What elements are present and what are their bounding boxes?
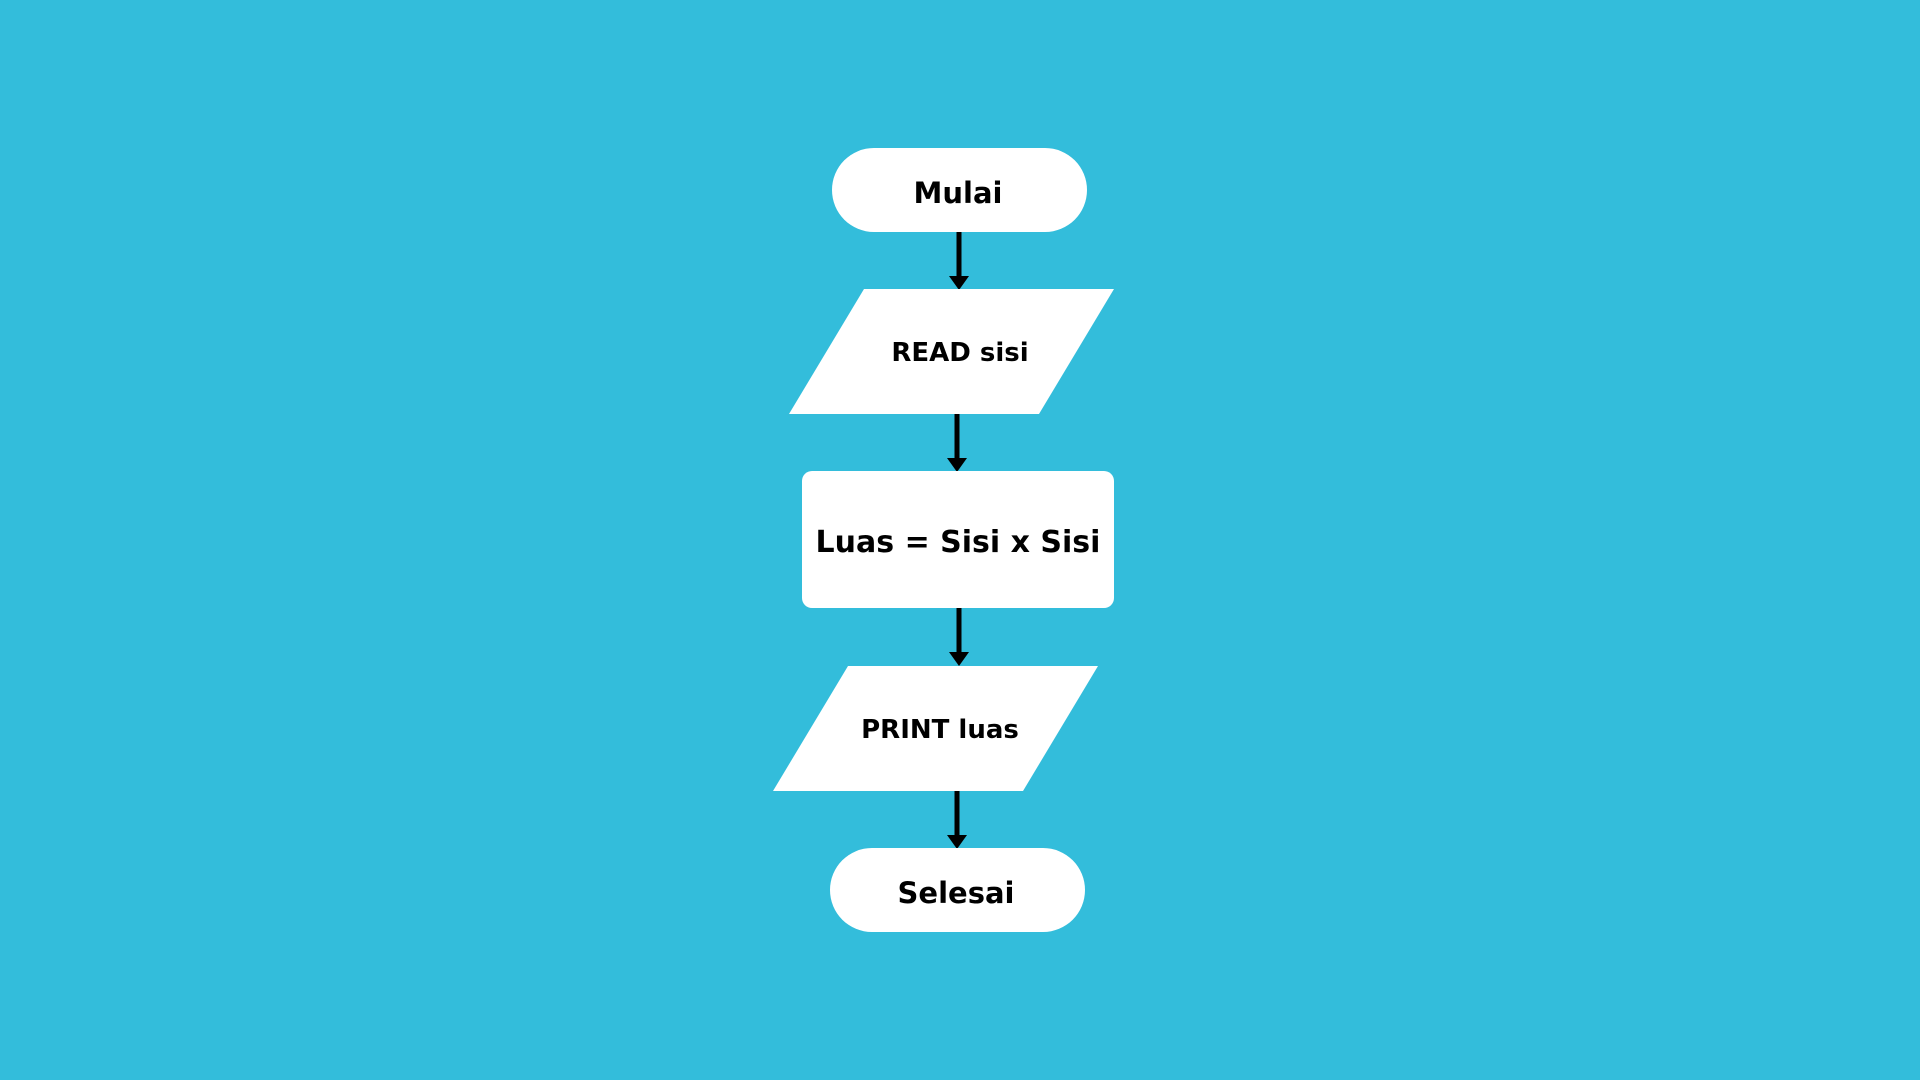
input-label: READ sisi [891,338,1028,368]
process-label: Luas = Sisi x Sisi [816,525,1101,560]
end-label: Selesai [898,876,1015,910]
output-label: PRINT luas [861,715,1019,745]
start-node: Mulai [832,148,1087,232]
diagram-canvas: Mulai READ sisi Luas = Sisi x Sisi PRINT… [0,0,1920,1080]
flowchart: Mulai READ sisi Luas = Sisi x Sisi PRINT… [0,0,1920,1080]
start-label: Mulai [914,176,1003,210]
end-node: Selesai [830,848,1085,932]
process-node: Luas = Sisi x Sisi [802,471,1114,608]
